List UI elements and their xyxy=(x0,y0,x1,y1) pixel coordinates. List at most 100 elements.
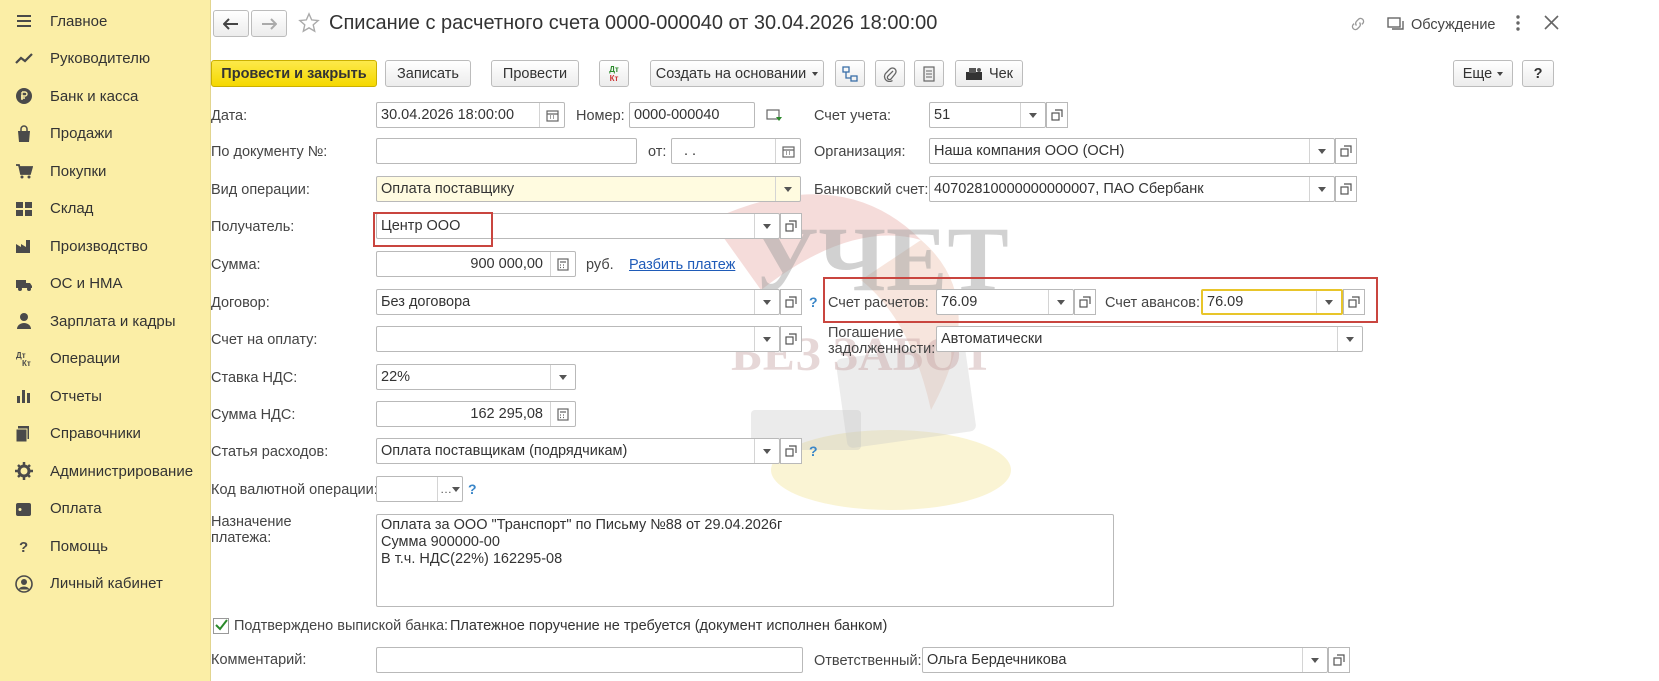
sidebar-item[interactable]: Дт Кт Операции xyxy=(0,341,210,377)
bank-confirmed-checkbox[interactable] xyxy=(213,618,229,634)
post-button[interactable]: Провести xyxy=(491,60,579,87)
settlement-account-field[interactable]: 76.09 xyxy=(936,289,1074,315)
dropdown-arrow-icon[interactable] xyxy=(754,327,779,351)
dtkt-button[interactable]: Дт Кт xyxy=(599,60,629,87)
currency-operation-help-icon[interactable]: ? xyxy=(468,481,477,497)
from-date-value: . . xyxy=(684,143,697,159)
sidebar-item[interactable]: Справочники xyxy=(0,416,210,452)
create-based-label: Создать на основании xyxy=(655,65,807,82)
sidebar-item-label: Отчеты xyxy=(50,387,102,405)
sidebar-item[interactable]: ? Помощь xyxy=(0,528,210,564)
organization-open-button[interactable] xyxy=(1335,138,1357,164)
purpose-textarea[interactable]: Оплата за ООО "Транспорт" по Письму №88 … xyxy=(376,514,1114,607)
dropdown-arrow-icon[interactable] xyxy=(1337,327,1362,351)
recipient-open-button[interactable] xyxy=(780,213,802,239)
number-edit-icon[interactable] xyxy=(766,107,784,127)
select-ellipsis-button[interactable]: … xyxy=(437,477,462,501)
operation-type-field[interactable]: Оплата поставщику xyxy=(376,176,801,202)
dropdown-arrow-icon[interactable] xyxy=(775,177,800,201)
dropdown-arrow-icon[interactable] xyxy=(754,214,779,238)
split-payment-link[interactable]: Разбить платеж xyxy=(629,257,735,273)
attach-button[interactable] xyxy=(875,60,905,87)
responsible-field[interactable]: Ольга Бердечникова xyxy=(922,647,1328,673)
vat-sum-field[interactable]: 162 295,08 xyxy=(376,401,576,427)
number-label: Номер: xyxy=(576,108,625,124)
favorite-star-icon[interactable] xyxy=(298,12,320,34)
from-date-field[interactable]: . . xyxy=(671,138,801,164)
doc-number-field[interactable] xyxy=(376,138,637,164)
sidebar-item[interactable]: Руководителю xyxy=(0,41,210,77)
link-icon[interactable] xyxy=(1349,15,1369,35)
advance-account-open-button[interactable] xyxy=(1343,289,1365,315)
close-icon[interactable] xyxy=(1544,15,1560,31)
dropdown-arrow-icon[interactable] xyxy=(754,439,779,463)
invoice-open-button[interactable] xyxy=(780,326,802,352)
comment-field[interactable] xyxy=(376,647,803,673)
recipient-highlight xyxy=(373,212,493,247)
vat-rate-field[interactable]: 22% xyxy=(376,364,576,390)
sidebar-item[interactable]: Продажи xyxy=(0,116,210,152)
calendar-icon[interactable] xyxy=(775,139,800,163)
sidebar-item[interactable]: Личный кабинет xyxy=(0,566,210,602)
contract-field[interactable]: Без договора xyxy=(376,289,780,315)
more-button[interactable]: Еще xyxy=(1453,60,1513,87)
sidebar-item[interactable]: Администрирование xyxy=(0,453,210,489)
sum-field[interactable]: 900 000,00 xyxy=(376,251,576,277)
invoice-field[interactable] xyxy=(376,326,780,352)
expense-item-open-button[interactable] xyxy=(780,438,802,464)
sidebar-item[interactable]: Банк и касса xyxy=(0,78,210,114)
bank-account-field[interactable]: 40702810000000000007, ПАО Сбербанк xyxy=(929,176,1335,202)
expense-item-field[interactable]: Оплата поставщикам (подрядчикам) xyxy=(376,438,780,464)
sidebar-item[interactable]: Главное xyxy=(0,3,210,39)
calculator-icon[interactable] xyxy=(550,252,575,276)
organization-field[interactable]: Наша компания ООО (ОСН) xyxy=(929,138,1335,164)
number-field[interactable]: 0000-000040 xyxy=(629,102,755,128)
save-button[interactable]: Записать xyxy=(385,60,471,87)
receipt-button[interactable]: Чек xyxy=(955,60,1023,87)
dtkt-bottom: Кт xyxy=(609,73,619,83)
repayment-field[interactable]: Автоматически xyxy=(936,326,1363,352)
calendar-icon[interactable] xyxy=(539,103,564,127)
sidebar-item[interactable]: ОС и НМА xyxy=(0,266,210,302)
ruble-icon xyxy=(15,87,33,105)
expense-help-icon[interactable]: ? xyxy=(809,443,818,459)
sidebar-item[interactable]: Покупки xyxy=(0,153,210,189)
dropdown-arrow-icon[interactable] xyxy=(1302,648,1327,672)
account-open-button[interactable] xyxy=(1046,102,1068,128)
post-and-close-button[interactable]: Провести и закрыть xyxy=(211,60,377,87)
contract-open-button[interactable] xyxy=(780,289,802,315)
advance-account-field[interactable]: 76.09 xyxy=(1201,289,1343,315)
sidebar-item[interactable]: Оплата xyxy=(0,491,210,527)
create-based-on-button[interactable]: Создать на основании xyxy=(650,60,824,87)
responsible-open-button[interactable] xyxy=(1328,647,1350,673)
contract-help-icon[interactable]: ? xyxy=(809,294,818,310)
number-value: 0000-000040 xyxy=(634,107,720,123)
currency-operation-field[interactable]: … xyxy=(376,476,463,502)
dropdown-arrow-icon[interactable] xyxy=(1316,291,1341,313)
kebab-menu-icon[interactable] xyxy=(1515,14,1525,34)
sidebar-item[interactable]: Производство xyxy=(0,228,210,264)
dropdown-arrow-icon[interactable] xyxy=(1048,290,1073,314)
dropdown-arrow-icon[interactable] xyxy=(550,365,575,389)
sidebar-item[interactable]: Склад xyxy=(0,191,210,227)
dropdown-arrow-icon[interactable] xyxy=(1309,139,1334,163)
account-field[interactable]: 51 xyxy=(929,102,1046,128)
sidebar-item[interactable]: Зарплата и кадры xyxy=(0,303,210,339)
dropdown-arrow-icon[interactable] xyxy=(754,290,779,314)
sidebar-item-label: Администрирование xyxy=(50,462,194,480)
sidebar-item[interactable]: Отчеты xyxy=(0,378,210,414)
calculator-icon[interactable] xyxy=(550,402,575,426)
date-field[interactable]: 30.04.2026 18:00:00 xyxy=(376,102,565,128)
structure-button[interactable] xyxy=(835,60,865,87)
forward-button[interactable] xyxy=(251,10,287,37)
bank-account-open-button[interactable] xyxy=(1335,176,1357,202)
bag-icon xyxy=(15,124,33,143)
discussion-button[interactable]: Обсуждение xyxy=(1387,14,1495,36)
dropdown-arrow-icon[interactable] xyxy=(1309,177,1334,201)
print-button[interactable] xyxy=(914,60,944,87)
settlement-account-open-button[interactable] xyxy=(1074,289,1096,315)
dropdown-arrow-icon[interactable] xyxy=(1020,103,1045,127)
responsible-value: Ольга Бердечникова xyxy=(927,652,1067,668)
help-button[interactable]: ? xyxy=(1522,60,1554,87)
back-button[interactable] xyxy=(213,10,249,37)
